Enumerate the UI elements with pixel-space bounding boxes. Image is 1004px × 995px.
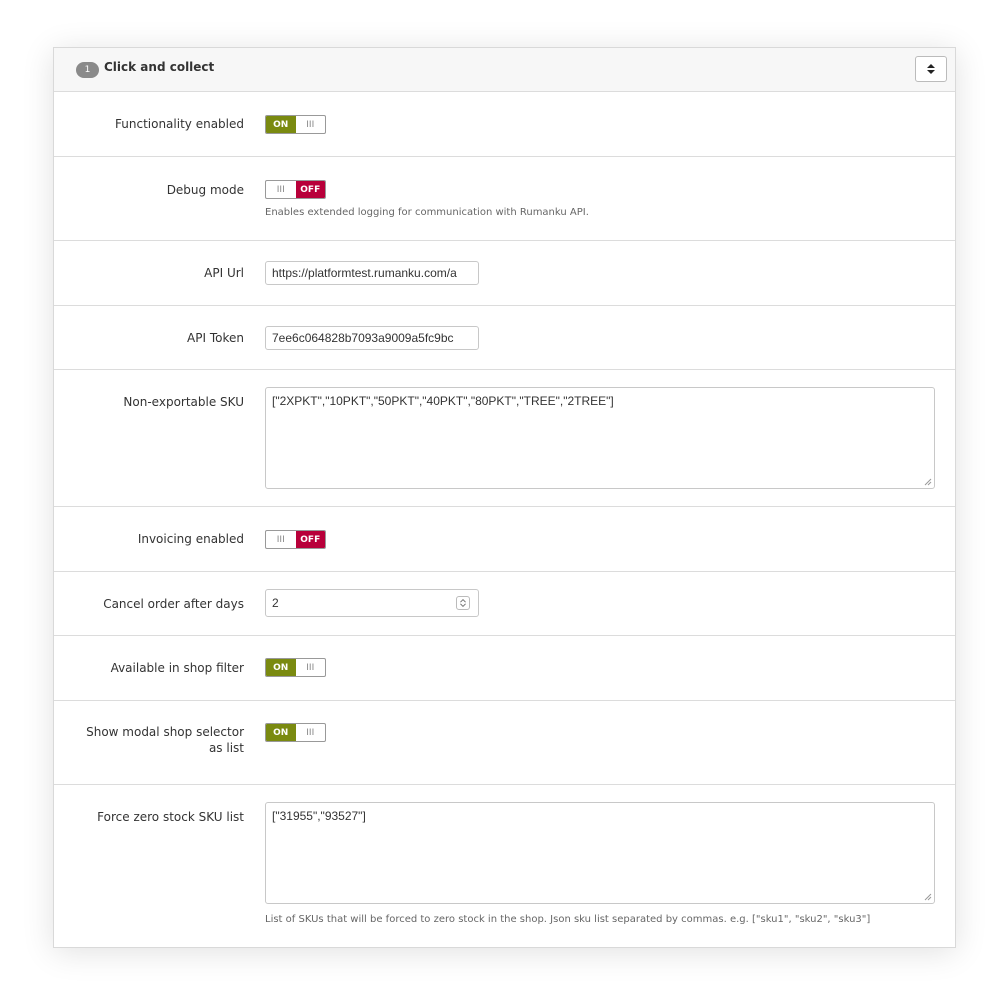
invoicing-toggle[interactable]: III OFF [265, 530, 326, 549]
toggle-on-label: ON [266, 659, 296, 676]
cancel-days-label: Cancel order after days [103, 597, 244, 611]
spinner-arrows-icon[interactable] [456, 596, 470, 610]
modal-selector-label: Show modal shop selector as list [64, 724, 244, 756]
panel-title: Click and collect [104, 60, 215, 74]
force-zero-label: Force zero stock SKU list [97, 810, 244, 824]
shop-filter-label: Available in shop filter [110, 661, 244, 675]
toggle-off-label: OFF [295, 531, 325, 548]
click-and-collect-panel: 1 Click and collect Functionality enable… [53, 47, 956, 948]
row-invoicing: Invoicing enabled III OFF [54, 507, 955, 572]
step-badge: 1 [76, 62, 99, 78]
debug-help-text: Enables extended logging for communicati… [265, 207, 589, 218]
cancel-days-stepper[interactable]: 2 [265, 589, 479, 617]
toggle-grip-icon: III [306, 727, 315, 738]
row-functionality: Functionality enabled ON III [54, 92, 955, 157]
api-token-label: API Token [187, 331, 244, 345]
toggle-on-label: ON [266, 724, 296, 741]
modal-selector-label-line1: Show modal shop selector [86, 725, 244, 739]
toggle-on-label: ON [266, 116, 296, 133]
modal-selector-toggle[interactable]: ON III [265, 723, 326, 742]
resize-handle-icon[interactable] [924, 478, 932, 486]
row-api-token: API Token 7ee6c064828b7093a9009a5fc9bc [54, 306, 955, 370]
non-exportable-sku-label: Non-exportable SKU [123, 395, 244, 409]
collapse-toggle-button[interactable] [915, 56, 947, 82]
toggle-grip-icon: III [276, 184, 285, 195]
debug-toggle[interactable]: III OFF [265, 180, 326, 199]
toggle-grip-icon: III [276, 534, 285, 545]
shop-filter-toggle[interactable]: ON III [265, 658, 326, 677]
api-url-input[interactable]: https://platformtest.rumanku.com/a [265, 261, 479, 285]
row-api-url: API Url https://platformtest.rumanku.com… [54, 241, 955, 306]
force-zero-textarea[interactable]: ["31955","93527"] [265, 802, 935, 904]
non-exportable-sku-textarea[interactable]: ["2XPKT","10PKT","50PKT","40PKT","80PKT"… [265, 387, 935, 489]
sort-caret-icon [927, 64, 935, 74]
toggle-grip-icon: III [306, 119, 315, 130]
cancel-days-value: 2 [272, 596, 279, 610]
functionality-label: Functionality enabled [115, 117, 244, 131]
api-url-label: API Url [204, 266, 244, 280]
panel-header: 1 Click and collect [54, 48, 955, 92]
row-shop-filter: Available in shop filter ON III [54, 636, 955, 701]
toggle-grip-icon: III [306, 662, 315, 673]
non-exportable-sku-value: ["2XPKT","10PKT","50PKT","40PKT","80PKT"… [272, 394, 614, 408]
force-zero-help-text: List of SKUs that will be forced to zero… [265, 914, 871, 925]
toggle-off-label: OFF [295, 181, 325, 198]
row-modal-selector: Show modal shop selector as list ON III [54, 701, 955, 785]
resize-handle-icon[interactable] [924, 893, 932, 901]
functionality-toggle[interactable]: ON III [265, 115, 326, 134]
modal-selector-label-line2: as list [208, 741, 244, 755]
debug-label: Debug mode [166, 183, 244, 197]
api-token-input[interactable]: 7ee6c064828b7093a9009a5fc9bc [265, 326, 479, 350]
row-force-zero: Force zero stock SKU list ["31955","9352… [54, 785, 955, 947]
force-zero-value: ["31955","93527"] [272, 809, 366, 823]
row-cancel-days: Cancel order after days 2 [54, 572, 955, 636]
row-debug: Debug mode III OFF Enables extended logg… [54, 157, 955, 241]
invoicing-label: Invoicing enabled [137, 532, 244, 546]
row-non-exportable-sku: Non-exportable SKU ["2XPKT","10PKT","50P… [54, 370, 955, 507]
